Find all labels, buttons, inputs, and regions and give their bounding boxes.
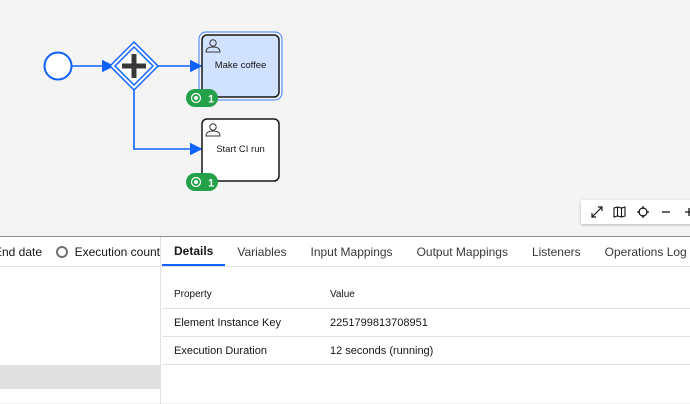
- crosshair-icon[interactable]: [631, 200, 654, 224]
- start-event[interactable]: [43, 51, 73, 81]
- zoom-in-icon[interactable]: [678, 200, 690, 224]
- value-column-header: Value: [330, 289, 355, 300]
- end-date-toggle-label: End date: [0, 244, 43, 259]
- property-cell: Execution Duration: [174, 344, 267, 357]
- task-label: Make coffee: [215, 60, 267, 71]
- tab-input-mappings[interactable]: Input Mappings: [299, 237, 405, 266]
- active-instances-badge[interactable]: 1: [186, 173, 218, 191]
- bottom-panel: End date Execution count Details Variabl…: [0, 236, 690, 404]
- table-row: Element Instance Key 2251799813708951: [162, 309, 690, 337]
- property-column-header: Property: [174, 289, 212, 300]
- table-header: Property Value: [162, 281, 690, 309]
- history-header: End date Execution count: [0, 237, 160, 267]
- table-row: Execution Duration 12 seconds (running): [162, 337, 690, 365]
- details-tabs: Details Variables Input Mappings Output …: [162, 237, 690, 267]
- details-panel: Details Variables Input Mappings Output …: [162, 237, 690, 404]
- value-cell: 2251799813708951: [330, 316, 428, 329]
- parallel-gateway[interactable]: [108, 40, 160, 92]
- execution-count-toggle[interactable]: [56, 245, 68, 258]
- property-cell: Element Instance Key: [174, 316, 282, 329]
- diagram-toolbar: [581, 200, 690, 224]
- value-cell: 12 seconds (running): [330, 344, 434, 357]
- diagram-canvas[interactable]: Make coffee Start CI run 1 1: [0, 0, 690, 236]
- task-label: Start CI run: [216, 144, 265, 155]
- execution-count-label: Execution count: [74, 244, 160, 259]
- details-table: Property Value Element Instance Key 2251…: [162, 281, 690, 365]
- zoom-out-icon[interactable]: [655, 200, 678, 224]
- selected-history-row[interactable]: [0, 365, 160, 389]
- tab-operations-log[interactable]: Operations Log: [593, 237, 690, 266]
- map-icon[interactable]: [608, 200, 631, 224]
- maximize-icon[interactable]: [585, 200, 608, 224]
- tab-details[interactable]: Details: [162, 237, 226, 266]
- task-start-ci-run[interactable]: Start CI run: [201, 118, 280, 182]
- tab-variables[interactable]: Variables: [225, 237, 298, 266]
- badge-count: 1: [208, 178, 214, 190]
- tab-output-mappings[interactable]: Output Mappings: [405, 237, 520, 266]
- tab-listeners[interactable]: Listeners: [520, 237, 593, 266]
- badge-count: 1: [208, 94, 214, 106]
- instance-history-panel: End date Execution count: [0, 237, 161, 404]
- active-instances-badge[interactable]: 1: [186, 89, 218, 107]
